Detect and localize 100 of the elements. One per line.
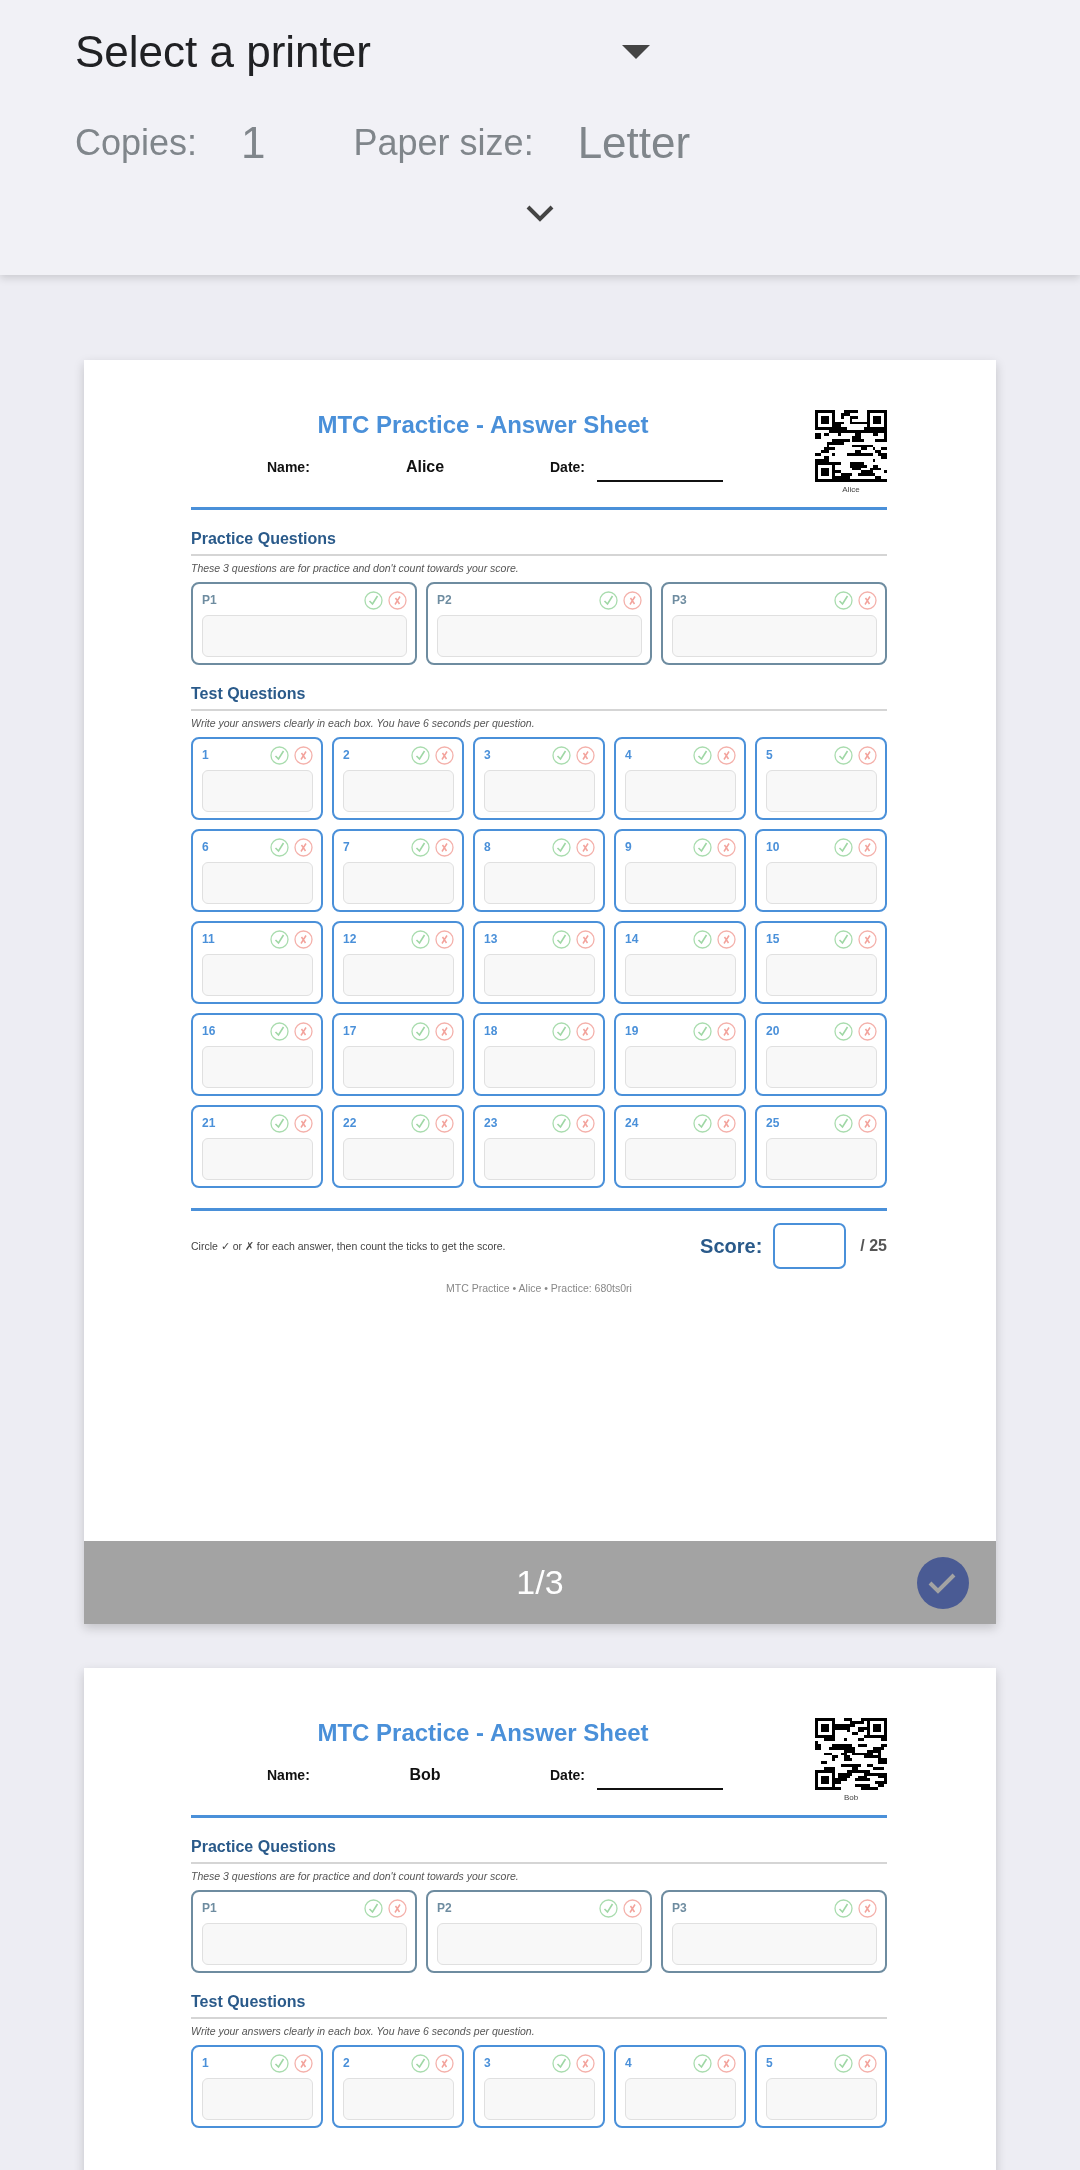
question-number: P1 [202,1901,217,1915]
expand-chevron-icon[interactable] [525,204,555,222]
answer-field[interactable] [766,2078,877,2120]
tick-circle-icon [834,1898,853,1918]
answer-field[interactable] [484,2078,595,2120]
cross-circle-icon [388,590,407,610]
question-number: 2 [343,748,350,762]
tick-circle-icon [411,1113,430,1133]
answer-field[interactable] [625,862,736,904]
tick-circle-icon [552,837,571,857]
name-label: Name: [267,459,311,475]
tick-circle-icon [693,2053,712,2073]
cross-circle-icon [576,1113,595,1133]
answer-field[interactable] [766,770,877,812]
copies-value[interactable]: 1 [241,118,266,168]
qr-caption: Bob [843,1793,859,1802]
answer-field[interactable] [625,2078,736,2120]
date-label: Date: [550,459,585,475]
answer-field[interactable] [672,1923,877,1965]
paper-size-value[interactable]: Letter [577,118,691,168]
answer-field[interactable] [766,1138,877,1180]
answer-field[interactable] [202,615,407,657]
tick-circle-icon [552,1021,571,1041]
question-number: 4 [625,748,632,762]
section-heading: Practice Questions [191,1838,887,1864]
tick-circle-icon [364,1898,383,1918]
cross-circle-icon [717,2053,736,2073]
answer-field[interactable] [202,2078,313,2120]
section-note: These 3 questions are for practice and don't count towards your score. [191,1870,520,1882]
cross-circle-icon [717,837,736,857]
dropdown-caret-icon[interactable] [622,45,650,59]
answer-field[interactable] [343,1046,454,1088]
answer-field[interactable] [625,1138,736,1180]
answer-field[interactable] [484,770,595,812]
answer-field[interactable] [766,862,877,904]
cross-circle-icon [435,929,454,949]
sheet-footnote: MTC Practice • Alice • Practice: 680ts0ri [445,1282,633,1294]
tick-circle-icon [411,2053,430,2073]
answer-field[interactable] [625,954,736,996]
cross-circle-icon [294,2053,313,2073]
cross-circle-icon [294,745,313,765]
answer-field[interactable] [484,862,595,904]
answer-field[interactable] [202,770,313,812]
cross-circle-icon [576,2053,595,2073]
question-number: 5 [766,2056,773,2070]
question-number: P3 [672,593,687,607]
student-name: Alice [404,458,446,476]
tick-circle-icon [364,590,383,610]
question-number: 11 [202,932,215,946]
cross-circle-icon [576,745,595,765]
answer-field[interactable] [343,770,454,812]
cross-circle-icon [435,837,454,857]
answer-field[interactable] [625,770,736,812]
section-note: These 3 questions are for practice and don't count towards your score. [191,562,520,574]
question-number: 12 [343,932,357,946]
cross-circle-icon [576,1021,595,1041]
answer-field[interactable] [343,1138,454,1180]
answer-field[interactable] [202,862,313,904]
question-number: 9 [625,840,632,854]
cross-circle-icon [717,1113,736,1133]
answer-field[interactable] [766,1046,877,1088]
answer-field[interactable] [672,615,877,657]
cross-circle-icon [858,745,877,765]
answer-field[interactable] [437,1923,642,1965]
answer-field[interactable] [202,1138,313,1180]
paper-size-label: Paper size: [353,122,534,164]
answer-field[interactable] [202,1923,407,1965]
answer-field[interactable] [343,954,454,996]
question-number: 25 [766,1116,780,1130]
answer-field[interactable] [484,1138,595,1180]
question-number: 4 [625,2056,632,2070]
answer-field[interactable] [484,1046,595,1088]
tick-circle-icon [270,837,289,857]
answer-field[interactable] [625,1046,736,1088]
answer-field[interactable] [766,954,877,996]
cross-circle-icon [435,1021,454,1041]
section-heading: Test Questions [191,1993,887,2019]
tick-circle-icon [552,1113,571,1133]
question-number: 6 [202,840,209,854]
section-heading: Test Questions [191,685,887,711]
question-number: 5 [766,748,773,762]
printer-select[interactable]: Select a printer [75,26,371,78]
question-number: 17 [343,1024,357,1038]
answer-field[interactable] [484,954,595,996]
tick-circle-icon [834,1113,853,1133]
answer-field[interactable] [343,862,454,904]
cross-circle-icon [294,1021,313,1041]
tick-circle-icon [834,590,853,610]
answer-field[interactable] [437,615,642,657]
copies-label: Copies: [75,122,198,164]
cross-circle-icon [858,2053,877,2073]
cross-circle-icon [717,745,736,765]
answer-field[interactable] [202,954,313,996]
tick-circle-icon [599,1898,618,1918]
question-number: 16 [202,1024,216,1038]
score-field[interactable] [773,1223,847,1269]
answer-field[interactable] [343,2078,454,2120]
checked-circle-icon[interactable] [916,1556,970,1610]
tick-circle-icon [552,745,571,765]
answer-field[interactable] [202,1046,313,1088]
